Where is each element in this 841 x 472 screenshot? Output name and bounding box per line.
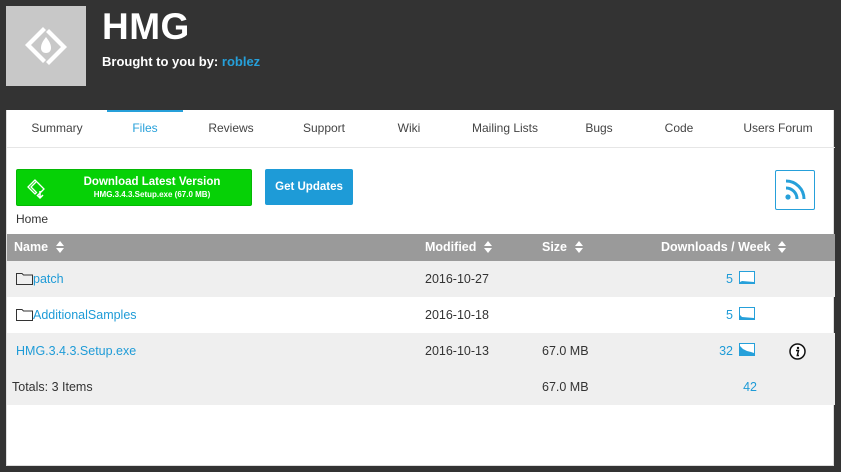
rss-icon (785, 179, 806, 200)
tab-bugs[interactable]: Bugs (561, 110, 637, 148)
table-row[interactable]: HMG.3.4.3.Setup.exe 2016-10-13 67.0 MB 3… (7, 333, 835, 369)
file-name-cell: AdditionalSamples (16, 297, 137, 333)
tab-summary[interactable]: Summary (7, 110, 107, 148)
file-name-cell: patch (16, 261, 64, 297)
header-size[interactable]: Size (542, 234, 583, 261)
tab-users-forum[interactable]: Users Forum (721, 110, 835, 148)
downloads-count[interactable]: 5 (693, 261, 733, 297)
header-name-label: Name (14, 240, 49, 254)
header-size-label: Size (542, 240, 568, 254)
header-downloads-label: Downloads / Week (661, 240, 771, 254)
totals-row: Totals: 3 Items 67.0 MB 42 (7, 369, 835, 405)
download-latest-button[interactable]: Download Latest Version HMG.3.4.3.Setup.… (16, 169, 252, 206)
tab-wiki[interactable]: Wiki (369, 110, 449, 148)
sort-icon (778, 240, 786, 253)
size-cell: 67.0 MB (542, 344, 589, 358)
tab-files[interactable]: Files (107, 110, 183, 148)
sparkline-icon[interactable] (739, 271, 755, 284)
modified-cell: 2016-10-13 (425, 344, 489, 358)
download-icon (27, 179, 45, 200)
downloads-count[interactable]: 32 (693, 333, 733, 369)
sort-icon (574, 240, 583, 253)
files-table-header: Name Modified Size Downloads / Week (7, 234, 835, 261)
tab-code[interactable]: Code (637, 110, 721, 148)
totals-label: Totals: 3 Items (12, 380, 93, 394)
sourceforge-logo-icon (25, 27, 67, 65)
project-title: HMG (102, 6, 190, 47)
rss-feed-button[interactable] (775, 170, 815, 210)
sparkline-icon[interactable] (739, 307, 755, 320)
brought-prefix: Brought to you by: (102, 54, 219, 69)
project-header: HMG Brought to you by: roblez (0, 0, 841, 110)
header-modified-label: Modified (425, 240, 477, 254)
file-link[interactable]: HMG.3.4.3.Setup.exe (16, 344, 136, 358)
project-logo[interactable] (6, 6, 86, 86)
header-name[interactable]: Name (14, 234, 64, 261)
header-modified[interactable]: Modified (425, 234, 492, 261)
totals-downloads[interactable]: 42 (717, 369, 757, 405)
header-downloads[interactable]: Downloads / Week (661, 234, 786, 261)
totals-size: 67.0 MB (542, 380, 589, 394)
table-row[interactable]: AdditionalSamples 2016-10-18 5 (7, 297, 835, 333)
tab-support[interactable]: Support (279, 110, 369, 148)
folder-icon (16, 309, 33, 322)
author-link[interactable]: roblez (222, 54, 260, 69)
files-panel: Summary Files Reviews Support Wiki Maili… (6, 110, 835, 466)
breadcrumb[interactable]: Home (16, 212, 48, 226)
tab-mailing-lists[interactable]: Mailing Lists (449, 110, 561, 148)
modified-cell: 2016-10-27 (425, 272, 489, 286)
table-row[interactable]: patch 2016-10-27 5 (7, 261, 835, 297)
info-icon[interactable] (789, 343, 806, 360)
folder-link[interactable]: AdditionalSamples (33, 308, 137, 322)
brought-to-you-by: Brought to you by: roblez (102, 54, 260, 69)
sort-icon (483, 240, 492, 253)
tab-reviews[interactable]: Reviews (183, 110, 279, 148)
project-tabs: Summary Files Reviews Support Wiki Maili… (7, 110, 835, 148)
downloads-count[interactable]: 5 (693, 297, 733, 333)
folder-icon (16, 273, 33, 286)
modified-cell: 2016-10-18 (425, 308, 489, 322)
get-updates-button[interactable]: Get Updates (265, 169, 353, 205)
download-main-label: Download Latest Version (83, 176, 221, 188)
sparkline-icon[interactable] (739, 343, 755, 356)
download-file-label: HMG.3.4.3.Setup.exe (67.0 MB) (93, 190, 211, 199)
folder-link[interactable]: patch (33, 272, 64, 286)
file-name-cell: HMG.3.4.3.Setup.exe (16, 333, 136, 369)
sort-icon (55, 240, 64, 253)
